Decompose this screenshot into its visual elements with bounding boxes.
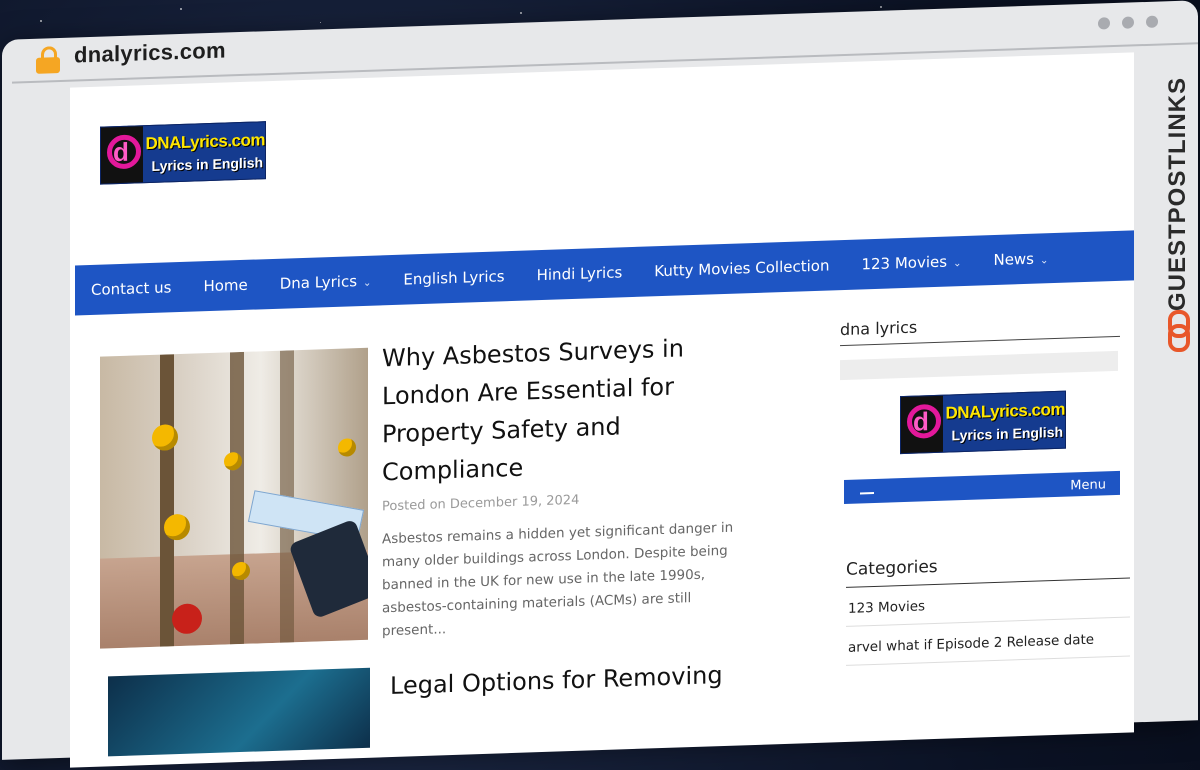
nav-item-contact-us[interactable]: Contact us — [75, 278, 187, 300]
web-page: d DNALyrics.com Lyrics in English Contac… — [70, 52, 1134, 768]
nav-item-dna-lyrics[interactable]: Dna Lyrics ⌄ — [264, 271, 388, 293]
post-excerpt: Asbestos remains a hidden yet significan… — [382, 519, 734, 640]
logo-mark-icon: d — [101, 126, 143, 184]
nav-item-kutty-movies[interactable]: Kutty Movies Collection — [638, 256, 845, 281]
sidebar: dna lyrics d DNALyrics.com Lyrics in Eng… — [840, 310, 1130, 666]
sidebar-logo[interactable]: d DNALyrics.com Lyrics in English — [900, 390, 1066, 455]
post-title[interactable]: Legal Options for Removing — [390, 654, 790, 705]
post-2: Legal Options for Removing — [390, 654, 790, 705]
post-title[interactable]: Why Asbestos Surveys in London Are Essen… — [382, 328, 712, 491]
link-icon — [1168, 310, 1190, 352]
window-dot-icon[interactable] — [1122, 16, 1134, 29]
post-thumbnail[interactable] — [100, 347, 368, 649]
window-dot-icon[interactable] — [1146, 15, 1158, 28]
watermark: GUESTPOSTLINKS — [1158, 60, 1198, 360]
post-1: Why Asbestos Surveys in London Are Essen… — [382, 327, 752, 643]
window-controls — [1098, 15, 1158, 30]
chevron-down-icon: ⌄ — [953, 258, 962, 270]
window-dot-icon[interactable] — [1098, 17, 1110, 30]
post-meta: Posted on December 19, 2024 — [382, 492, 580, 515]
hamburger-icon — [860, 492, 874, 495]
main-nav: Contact us Home Dna Lyrics ⌄ English Lyri… — [75, 230, 1134, 316]
nav-item-news[interactable]: News ⌄ — [977, 249, 1064, 270]
post-thumbnail[interactable] — [108, 667, 370, 757]
sidebar-search-bar[interactable] — [840, 350, 1118, 381]
category-item[interactable]: arvel what if Episode 2 Release date — [846, 617, 1130, 666]
categories-widget: Categories 123 Movies arvel what if Epis… — [846, 550, 1130, 666]
logo-title: DNALyrics.com — [945, 399, 1065, 423]
lock-icon — [36, 46, 60, 74]
logo-title: DNALyrics.com — [145, 130, 265, 154]
nav-item-home[interactable]: Home — [187, 275, 263, 296]
watermark-text: GUESTPOSTLINKS — [1164, 76, 1191, 312]
nav-item-hindi-lyrics[interactable]: Hindi Lyrics — [521, 263, 639, 285]
browser-window: dnalyrics.com d DNALyrics.com Lyrics in … — [2, 0, 1198, 768]
chevron-down-icon: ⌄ — [1040, 255, 1049, 267]
url-text[interactable]: dnalyrics.com — [74, 38, 226, 69]
sidebar-menu-toggle[interactable]: Menu — [844, 470, 1120, 505]
logo-mark-icon: d — [901, 395, 943, 454]
menu-label: Menu — [1070, 477, 1106, 494]
browser-window-stage: dnalyrics.com d DNALyrics.com Lyrics in … — [0, 0, 1200, 768]
nav-item-123-movies[interactable]: 123 Movies ⌄ — [845, 252, 977, 274]
site-logo[interactable]: d DNALyrics.com Lyrics in English — [100, 121, 266, 185]
logo-tagline: Lyrics in English — [951, 423, 1064, 444]
sidebar-heading: dna lyrics — [840, 310, 1120, 347]
logo-tagline: Lyrics in English — [151, 154, 264, 174]
chevron-down-icon: ⌄ — [363, 277, 372, 289]
nav-item-english-lyrics[interactable]: English Lyrics — [387, 267, 520, 289]
